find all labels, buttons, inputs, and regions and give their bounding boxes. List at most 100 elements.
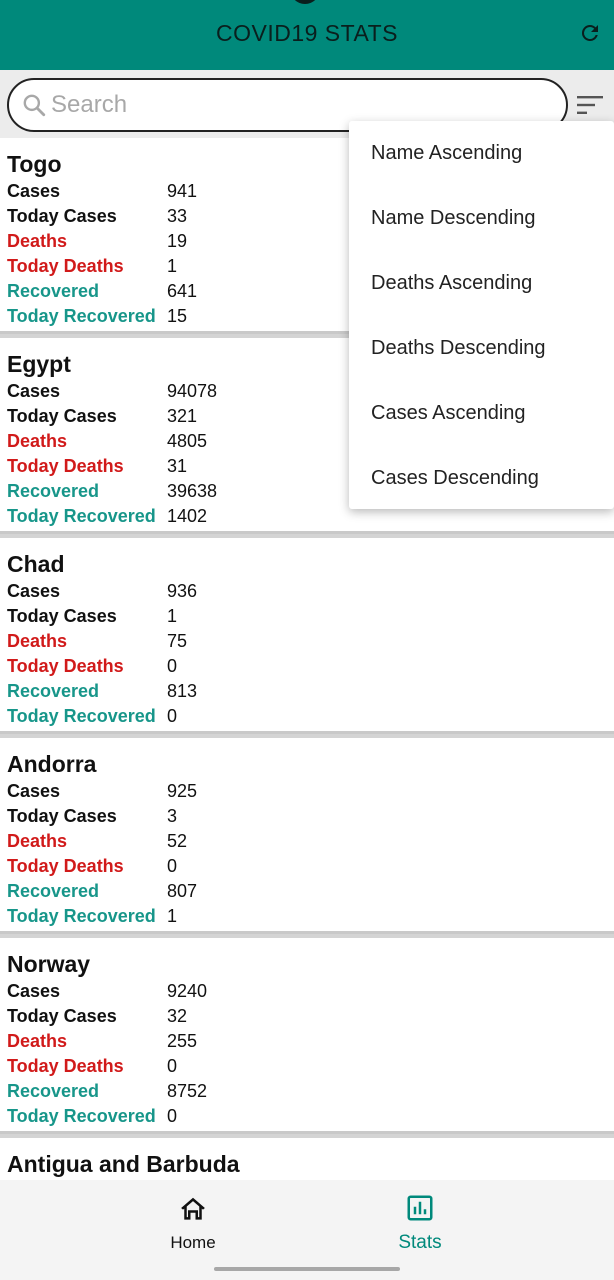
stat-label: Cases (7, 381, 61, 401)
stat-label: Recovered (7, 1081, 100, 1101)
stat-label: Today Cases (7, 1006, 117, 1026)
stat-label: Today Deaths (7, 256, 124, 276)
country-card[interactable]: Andorra Cases 925 Today Cases 3 Deaths 52 T… (0, 738, 614, 934)
gesture-handle[interactable] (214, 1267, 400, 1271)
stat-label: Cases (7, 181, 61, 201)
sort-name-descending[interactable]: Name Descending (349, 186, 614, 251)
stat-label: Deaths (7, 1031, 68, 1051)
stat-label: Today Recovered (7, 906, 156, 926)
stat-row-deaths: Deaths 52 (7, 829, 607, 854)
stat-label: Today Recovered (7, 1106, 156, 1126)
stat-value: 255 (167, 1031, 198, 1051)
stat-value: 0 (167, 856, 178, 876)
stat-value: 3 (167, 806, 178, 826)
country-name: Antigua and Barbuda (7, 1151, 240, 1177)
stat-label: Recovered (7, 281, 100, 301)
stat-value: 19 (167, 231, 188, 251)
stat-value: 807 (167, 881, 198, 901)
stat-label: Deaths (7, 831, 68, 851)
stat-row-today-deaths: Today Deaths 0 (7, 854, 607, 879)
stat-row-cases: Cases 9240 (7, 979, 607, 1004)
stat-value: 52 (167, 831, 188, 851)
stat-label: Today Deaths (7, 856, 124, 876)
stat-value: 1 (167, 906, 178, 926)
country-card[interactable]: Norway Cases 9240 Today Cases 32 Deaths 255… (0, 938, 614, 1134)
app-bar: COVID19 STATS (0, 0, 614, 70)
stat-row-today-recovered: Today Recovered 0 (7, 1104, 607, 1129)
sort-name-ascending[interactable]: Name Ascending (349, 121, 614, 186)
sort-deaths-ascending[interactable]: Deaths Ascending (349, 251, 614, 316)
stat-label: Cases (7, 581, 61, 601)
stat-label: Today Recovered (7, 306, 156, 326)
nav-stats[interactable]: Stats (360, 1193, 480, 1254)
stat-label: Recovered (7, 881, 100, 901)
app-title: COVID19 STATS (215, 20, 399, 46)
stat-label: Today Deaths (7, 456, 124, 476)
stat-label: Deaths (7, 231, 68, 251)
stat-value: 32 (167, 1006, 188, 1026)
sort-cases-descending[interactable]: Cases Descending (349, 446, 614, 511)
stat-row-today-cases: Today Cases 3 (7, 804, 607, 829)
stat-label: Cases (7, 981, 61, 1001)
stat-label: Today Cases (7, 206, 117, 226)
bottom-nav: Home Stats (0, 1180, 614, 1280)
sort-deaths-descending[interactable]: Deaths Descending (349, 316, 614, 381)
stat-row-today-deaths: Today Deaths 0 (7, 1054, 607, 1079)
refresh-icon[interactable] (578, 21, 602, 45)
country-name: Chad (7, 551, 65, 577)
stat-row-deaths: Deaths 75 (7, 629, 607, 654)
stat-row-cases: Cases 925 (7, 779, 607, 804)
stat-row-today-recovered: Today Recovered 1 (7, 904, 607, 929)
stat-value: 8752 (167, 1081, 208, 1101)
sort-menu: Name Ascending Name Descending Deaths As… (349, 121, 614, 509)
camera-notch (290, 0, 320, 4)
stat-label: Today Recovered (7, 706, 156, 726)
search-input[interactable] (51, 86, 551, 124)
stat-label: Recovered (7, 681, 100, 701)
stat-row-recovered: Recovered 8752 (7, 1079, 607, 1104)
stat-row-today-cases: Today Cases 1 (7, 604, 607, 629)
stat-value: 1402 (167, 506, 208, 526)
stat-row-today-recovered: Today Recovered 0 (7, 704, 607, 729)
stat-value: 813 (167, 681, 198, 701)
sort-icon[interactable] (576, 94, 604, 116)
stat-value: 1 (167, 606, 178, 626)
country-name: Andorra (7, 751, 97, 777)
stat-label: Recovered (7, 481, 100, 501)
stat-value: 39638 (167, 481, 218, 501)
home-icon (181, 1197, 205, 1220)
stat-row-today-cases: Today Cases 32 (7, 1004, 607, 1029)
stat-value: 4805 (167, 431, 208, 451)
stat-value: 9240 (167, 981, 208, 1001)
country-card[interactable]: Chad Cases 936 Today Cases 1 Deaths 75 Toda… (0, 538, 614, 734)
stat-value: 641 (167, 281, 198, 301)
stat-value: 0 (167, 656, 178, 676)
nav-home[interactable]: Home (133, 1194, 253, 1253)
stat-row-deaths: Deaths 255 (7, 1029, 607, 1054)
stat-value: 31 (167, 456, 188, 476)
stat-value: 94078 (167, 381, 218, 401)
stat-value: 0 (167, 1106, 178, 1126)
country-card[interactable]: Antigua and Barbuda (0, 1138, 614, 1180)
stat-label: Deaths (7, 431, 68, 451)
stat-value: 0 (167, 706, 178, 726)
search-icon (23, 94, 46, 117)
stat-label: Cases (7, 781, 61, 801)
stat-value: 33 (167, 206, 188, 226)
stat-label: Today Deaths (7, 1056, 124, 1076)
stat-row-cases: Cases 936 (7, 579, 607, 604)
sort-cases-ascending[interactable]: Cases Ascending (349, 381, 614, 446)
stat-row-recovered: Recovered 807 (7, 879, 607, 904)
stat-value: 0 (167, 1056, 178, 1076)
nav-stats-label: Stats (398, 1232, 442, 1253)
country-name: Norway (7, 951, 91, 977)
stat-value: 936 (167, 581, 198, 601)
stat-label: Today Cases (7, 406, 117, 426)
stat-label: Today Cases (7, 806, 117, 826)
stat-value: 75 (167, 631, 188, 651)
stat-row-today-deaths: Today Deaths 0 (7, 654, 607, 679)
stat-label: Today Cases (7, 606, 117, 626)
stat-label: Deaths (7, 631, 68, 651)
stat-row-recovered: Recovered 813 (7, 679, 607, 704)
stats-icon (407, 1195, 433, 1221)
